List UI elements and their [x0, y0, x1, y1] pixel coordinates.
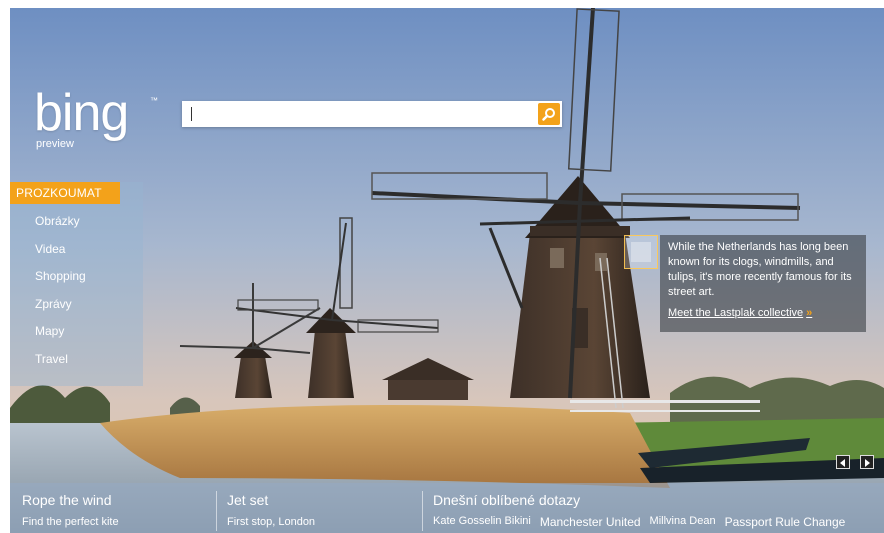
explore-menu: PROZKOUMAT Obrázky Videa Shopping Zprávy…	[10, 182, 143, 386]
hotspot-info-box: While the Netherlands has long been know…	[660, 235, 866, 332]
explore-item-shopping[interactable]: Shopping	[10, 259, 143, 287]
double-chevron-right-icon: »	[806, 307, 813, 319]
info-text: While the Netherlands has long been know…	[668, 241, 852, 298]
promo-rope-the-wind[interactable]: Rope the wind Find the perfect kite	[10, 483, 210, 533]
search-bar	[182, 101, 562, 127]
promo-subtitle[interactable]: First stop, London	[227, 516, 315, 528]
explore-heading: PROZKOUMAT	[10, 182, 120, 204]
previous-image-button[interactable]	[836, 455, 850, 469]
hotspot-square-icon	[631, 242, 651, 262]
explore-item-videos[interactable]: Videa	[10, 232, 143, 260]
explore-item-images[interactable]: Obrázky	[10, 204, 143, 232]
text-caret	[191, 107, 192, 121]
bottom-bar: Rope the wind Find the perfect kite Jet …	[10, 483, 884, 533]
next-image-button[interactable]	[860, 455, 874, 469]
promo-title: Rope the wind	[22, 492, 112, 508]
popular-query-link[interactable]: Manchester United	[540, 515, 641, 529]
explore-item-travel[interactable]: Travel	[10, 342, 143, 370]
bing-logo[interactable]: bing ™ preview	[34, 84, 158, 150]
info-link-label: Meet the Lastplak collective	[668, 307, 804, 319]
popular-query-link[interactable]: Millvina Dean	[650, 515, 716, 529]
explore-item-maps[interactable]: Mapy	[10, 314, 143, 342]
hero-background: bing ™ preview PROZKOUMAT Obrázky Videa …	[10, 8, 884, 533]
search-input[interactable]	[182, 101, 534, 127]
promo-subtitle[interactable]: Find the perfect kite	[22, 516, 119, 528]
logo-wordmark: bing	[34, 84, 129, 142]
popular-searches-title: Dnešní oblíbené dotazy	[433, 492, 581, 508]
magnifier-icon	[542, 108, 555, 121]
image-hotspot[interactable]	[624, 235, 658, 269]
explore-item-news[interactable]: Zprávy	[10, 287, 143, 315]
search-button[interactable]	[538, 103, 560, 125]
promo-jet-set[interactable]: Jet set First stop, London	[216, 491, 423, 531]
triangle-left-icon	[840, 459, 845, 467]
explore-list: Obrázky Videa Shopping Zprávy Mapy Trave…	[10, 204, 143, 369]
popular-searches: Dnešní oblíbené dotazy Kate Gosselin Bik…	[422, 491, 884, 531]
promo-title: Jet set	[227, 492, 269, 508]
popular-query-link[interactable]: Kate Gosselin Bikini	[433, 515, 531, 529]
triangle-right-icon	[865, 459, 870, 467]
trademark-mark: ™	[150, 96, 158, 105]
popular-query-list: Kate Gosselin Bikini Manchester United M…	[433, 515, 845, 529]
info-link[interactable]: Meet the Lastplak collective»	[668, 306, 858, 321]
popular-query-link[interactable]: Passport Rule Change	[725, 515, 846, 529]
